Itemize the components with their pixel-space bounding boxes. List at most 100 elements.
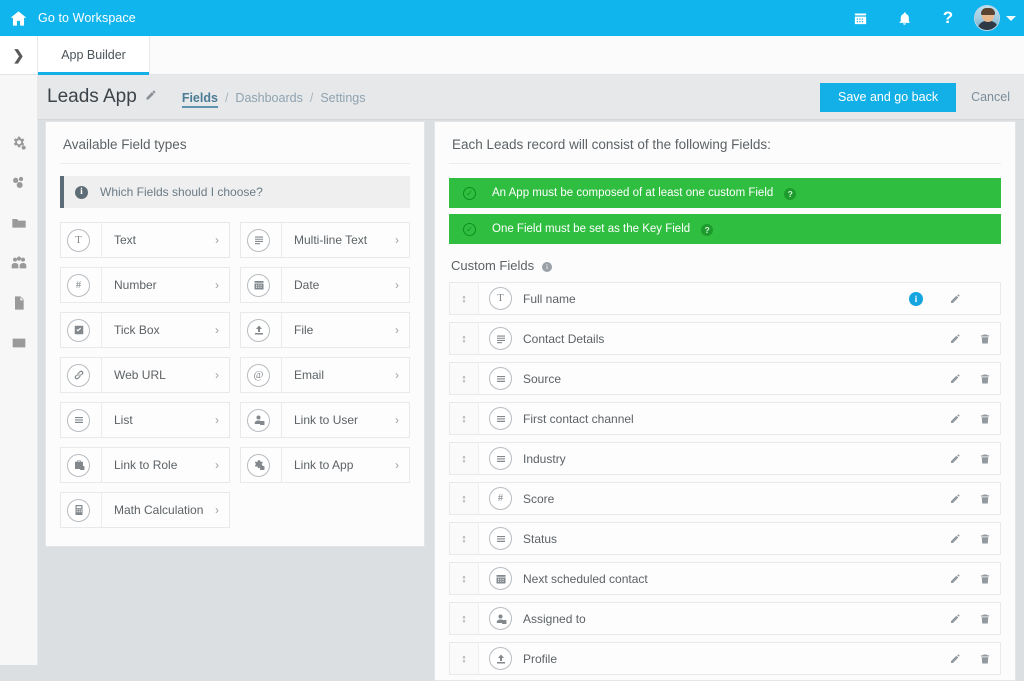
field-name: Contact Details [523, 332, 604, 346]
notifications-bell-icon[interactable] [882, 0, 926, 36]
chevron-right-icon: › [215, 278, 219, 292]
trash-icon[interactable] [970, 603, 1000, 634]
calendar-icon[interactable] [838, 0, 882, 36]
drag-handle[interactable]: ↕ [450, 283, 479, 314]
field-type-link-to-user[interactable]: Link to User › [240, 402, 410, 438]
field-type-math-calculation[interactable]: Math Calculation › [60, 492, 230, 528]
edit-pencil-icon[interactable] [940, 403, 970, 434]
field-type-multi-line-text[interactable]: Multi-line Text › [240, 222, 410, 258]
field-type-tick-box[interactable]: Tick Box › [60, 312, 230, 348]
table-row[interactable]: ↕ T Full name i [449, 282, 1001, 315]
info-icon[interactable]: i [542, 262, 552, 272]
drag-handle[interactable]: ↕ [450, 563, 479, 594]
field-type-date[interactable]: Date › [240, 267, 410, 303]
help-icon[interactable]: ? [926, 0, 970, 36]
home-icon[interactable] [0, 0, 36, 36]
drag-handle[interactable]: ↕ [450, 483, 479, 514]
table-row[interactable]: ↕ Next scheduled contact [449, 562, 1001, 595]
validation-banners: ✓ An App must be composed of at least on… [449, 178, 1001, 244]
edit-pencil-icon[interactable] [940, 363, 970, 394]
trash-icon[interactable] [970, 563, 1000, 594]
field-type-link-to-app[interactable]: Link to App › [240, 447, 410, 483]
drag-handle[interactable]: ↕ [450, 443, 479, 474]
field-type-email[interactable]: @ Email › [240, 357, 410, 393]
sidebar-item-workflows[interactable] [0, 163, 38, 203]
avatar[interactable] [974, 5, 1000, 31]
drag-handle[interactable]: ↕ [450, 363, 479, 394]
trash-icon[interactable] [970, 363, 1000, 394]
file-upload-icon [247, 319, 270, 342]
drag-handle[interactable]: ↕ [450, 603, 479, 634]
trash-icon[interactable] [970, 523, 1000, 554]
sidebar-item-apps[interactable] [0, 123, 38, 163]
edit-pencil-icon[interactable] [940, 283, 970, 314]
which-fields-info-strip[interactable]: i Which Fields should I choose? [60, 176, 410, 208]
go-to-workspace-link[interactable]: Go to Workspace [38, 11, 136, 25]
main-content: Available Field types i Which Fields sho… [38, 120, 1024, 665]
custom-fields-label: Custom Fields [451, 258, 534, 273]
breadcrumb-fields[interactable]: Fields [182, 91, 218, 108]
field-type-list[interactable]: List › [60, 402, 230, 438]
edit-pencil-icon[interactable] [940, 563, 970, 594]
edit-pencil-icon[interactable] [940, 643, 970, 674]
trash-icon[interactable] [970, 323, 1000, 354]
calendar-icon [247, 274, 270, 297]
field-type-web-url[interactable]: Web URL › [60, 357, 230, 393]
drag-handle[interactable]: ↕ [450, 523, 479, 554]
row-actions [940, 403, 1000, 434]
help-icon[interactable]: ? [784, 188, 796, 200]
field-type-number[interactable]: # Number › [60, 267, 230, 303]
save-and-go-back-button[interactable]: Save and go back [820, 83, 956, 112]
check-icon: ✓ [463, 187, 476, 200]
key-field-badge[interactable]: i [909, 292, 923, 306]
drag-handle[interactable]: ↕ [450, 403, 479, 434]
breadcrumb-settings[interactable]: Settings [320, 91, 365, 105]
table-row[interactable]: ↕ # Score [449, 482, 1001, 515]
expand-sidebar-button[interactable]: ❯ [0, 36, 38, 74]
drag-handle[interactable]: ↕ [450, 323, 479, 354]
field-type-file[interactable]: File › [240, 312, 410, 348]
which-fields-link[interactable]: Which Fields should I choose? [100, 185, 263, 199]
field-type-link-to-role[interactable]: Link to Role › [60, 447, 230, 483]
list-icon [489, 527, 512, 550]
edit-pencil-icon[interactable] [940, 483, 970, 514]
sidebar-item-users[interactable] [0, 243, 38, 283]
custom-fields-list: ↕ T Full name i ↕ Contact Details [449, 282, 1001, 675]
edit-pencil-icon[interactable] [940, 523, 970, 554]
help-icon[interactable]: ? [701, 224, 713, 236]
field-type-label: Link to User [281, 403, 395, 437]
chevron-right-icon: › [215, 458, 219, 472]
edit-pencil-icon[interactable] [940, 603, 970, 634]
file-upload-icon [489, 647, 512, 670]
sidebar-item-files[interactable] [0, 203, 38, 243]
breadcrumb: Fields / Dashboards / Settings [182, 91, 366, 108]
table-row[interactable]: ↕ Source [449, 362, 1001, 395]
cancel-button[interactable]: Cancel [956, 90, 1024, 104]
user-menu[interactable] [970, 5, 1016, 31]
field-type-label: Link to Role [101, 448, 215, 482]
trash-icon[interactable] [970, 643, 1000, 674]
table-row[interactable]: ↕ Contact Details [449, 322, 1001, 355]
table-row[interactable]: ↕ Status [449, 522, 1001, 555]
drag-handle[interactable]: ↕ [450, 643, 479, 674]
edit-pencil-icon[interactable] [940, 443, 970, 474]
table-row[interactable]: ↕ Profile [449, 642, 1001, 675]
trash-icon[interactable] [970, 403, 1000, 434]
chevron-down-icon[interactable] [1006, 16, 1016, 21]
tab-app-builder[interactable]: App Builder [38, 36, 150, 74]
sidebar-item-billing[interactable] [0, 323, 38, 363]
table-row[interactable]: ↕ Assigned to [449, 602, 1001, 635]
trash-icon[interactable] [970, 443, 1000, 474]
table-row[interactable]: ↕ Industry [449, 442, 1001, 475]
row-actions [940, 443, 1000, 474]
sidebar-item-documents[interactable] [0, 283, 38, 323]
table-row[interactable]: ↕ First contact channel [449, 402, 1001, 435]
pencil-icon[interactable] [145, 89, 157, 104]
field-type-label: Web URL [101, 358, 215, 392]
row-actions [940, 643, 1000, 674]
field-name: Source [523, 372, 561, 386]
trash-icon[interactable] [970, 483, 1000, 514]
edit-pencil-icon[interactable] [940, 323, 970, 354]
breadcrumb-dashboards[interactable]: Dashboards [235, 91, 302, 105]
field-type-text[interactable]: T Text › [60, 222, 230, 258]
